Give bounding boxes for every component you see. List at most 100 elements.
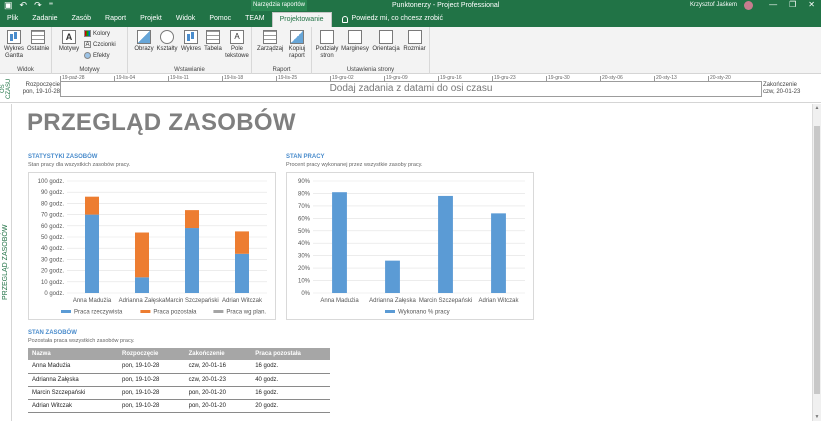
scroll-up-icon[interactable]: ▲ [814,105,820,111]
textbox-button[interactable]: A Pole tekstowe [225,30,249,60]
context-tab-label: Narzędzia raportów [251,0,307,11]
redo-icon[interactable]: ↷ [34,0,42,11]
colors-dropdown[interactable]: Kolory [84,30,110,37]
y-tick-label: 40% [298,241,311,247]
chart-button[interactable]: Wykres [180,30,202,53]
end-date: czw, 20-01-23 [763,89,801,95]
stats-chart-title[interactable]: STATYSTYKI ZASOBÓW [28,154,97,160]
images-button[interactable]: Obrazy [133,30,155,53]
tab-zasob[interactable]: Zasób [65,11,98,27]
cell-name: Adrianna Załęska [28,373,119,387]
group-label: Motywy [79,67,100,73]
scroll-down-icon[interactable]: ▼ [814,414,820,420]
y-tick-label: 90 godz. [41,190,64,196]
ribbon: Wykres Gantta Ostatnie Widok A Motywy Ko… [0,27,821,74]
group-raport: Zarządzaj Kopiuj raport Raport [252,27,312,74]
legend-swatch [61,310,71,313]
margins-button[interactable]: Marginesy [340,30,370,53]
fonts-dropdown[interactable]: A Czcionki [84,41,116,48]
stats-chart[interactable]: 0 godz. 10 godz. 20 godz. 30 godz. 40 godz. 5… [28,172,276,320]
cell-start: pon, 19-10-28 [118,386,185,400]
bar [85,196,99,215]
shapes-button[interactable]: Kształty [156,30,178,53]
scrollbar-thumb[interactable] [814,126,820,394]
gantt-chart-button[interactable]: Wykres Gantta [3,30,25,60]
tab-widok[interactable]: Widok [169,11,202,27]
tab-zadanie[interactable]: Zadanie [25,11,64,27]
table-button[interactable]: Tabela [202,30,224,53]
report-title[interactable]: PRZEGLĄD ZASOBÓW [27,109,296,137]
x-tick-label: Anna Madużia [73,298,112,304]
tell-me-text: Powiedz mi, co chcesz zrobić [351,15,443,22]
status-chart[interactable]: 0% 10% 20% 30% 40% 50% 60% 70% 80% 90% Anna Madużi… [286,172,534,320]
size-button[interactable]: Rozmiar [402,30,427,53]
col-header-start: Rozpoczęcie [118,348,185,360]
table-subtitle[interactable]: Pozostała praca wszystkich zasobów pracy… [28,338,135,344]
effects-dropdown[interactable]: Efekty [84,52,110,59]
avatar[interactable] [744,1,753,10]
manage-icon [263,30,277,44]
undo-icon[interactable]: ↶ [20,0,28,11]
manage-button[interactable]: Zarządzaj [257,30,283,53]
y-tick-label: 60% [298,216,311,222]
tab-plik[interactable]: Plik [0,11,25,27]
lightbulb-icon [341,15,348,23]
legend-label: Praca wg plan. [226,310,266,316]
orientation-icon [379,30,393,44]
table-icon [206,30,220,44]
y-tick-label: 50% [298,229,311,235]
col-header-remaining: Praca pozostała [251,348,330,360]
vertical-scrollbar[interactable]: ▲ ▼ [812,104,821,421]
table-header-row: Nazwa Rozpoczęcie Zakończenie Praca pozo… [28,348,330,360]
y-tick-label: 20 godz. [41,269,64,275]
y-tick-label: 10 godz. [41,280,64,286]
cell-name: Anna Madużia [28,360,119,374]
table-row: Anna Madużia pon, 19-10-28 czw, 20-01-16… [28,360,330,374]
tab-team[interactable]: TEAM [238,11,271,27]
tab-projektowanie[interactable]: Projektowanie [271,12,332,27]
page-breaks-button[interactable]: Podziały stron [315,30,339,60]
legend-label: Praca pozostała [153,310,197,316]
table-title[interactable]: STAN ZASOBÓW [28,330,77,336]
stats-chart-subtitle[interactable]: Stan pracy dla wszystkich zasobów pracy. [28,162,130,168]
status-chart-title[interactable]: STAN PRACY [286,154,325,160]
cell-start: pon, 19-10-28 [118,360,185,374]
resource-table[interactable]: Nazwa Rozpoczęcie Zakończenie Praca pozo… [28,348,330,413]
themes-button[interactable]: A Motywy [58,30,80,53]
themes-icon: A [62,30,76,44]
y-tick-label: 30% [298,254,311,260]
timeline-end: Zakończenie czw, 20-01-23 [763,82,800,96]
tab-projekt[interactable]: Projekt [133,11,169,27]
save-icon[interactable]: ▣ [4,0,13,11]
copy-report-button[interactable]: Kopiuj raport [285,30,309,60]
legend-label: Praca rzeczywista [74,310,123,316]
orientation-button[interactable]: Orientacja [371,30,401,53]
y-tick-label: 90% [298,179,311,185]
maximize-button[interactable]: ❐ [789,0,796,10]
minimize-button[interactable]: — [769,0,777,10]
y-tick-label: 50 godz. [41,235,64,241]
page-breaks-icon [320,30,334,44]
x-tick-label: Adrianna Załęska [369,298,416,304]
bar [332,192,347,293]
group-strona: Podziały stron Marginesy Orientacja Rozm… [312,27,430,74]
customize-qat-icon[interactable]: ⁼ [49,0,54,11]
recent-button[interactable]: Ostatnie [27,30,49,53]
group-label: Widok [17,67,34,73]
tab-raport[interactable]: Raport [98,11,133,27]
cell-end: czw, 20-01-16 [184,360,252,374]
close-button[interactable]: ✕ [808,0,815,10]
bar [185,228,199,293]
y-tick-label: 10% [298,279,311,285]
cell-end: czw, 20-01-23 [184,373,252,387]
colors-icon [84,30,91,37]
tell-me-search[interactable]: Powiedz mi, co chcesz zrobić [341,11,443,27]
user-name[interactable]: Krzysztof Jaśkem [690,0,737,10]
group-wstawianie: Obrazy Kształty Wykres Tabela A Pole tek… [128,27,252,74]
x-tick-label: Anna Madużia [320,298,359,304]
status-chart-subtitle[interactable]: Procent pracy wykonanej przez wszystkie … [286,162,423,168]
legend-swatch [385,310,395,313]
tab-pomoc[interactable]: Pomoc [202,11,238,27]
cell-start: pon, 19-10-28 [118,373,185,387]
table-row: Marcin Szczepański pon, 19-10-28 pon, 20… [28,386,330,400]
